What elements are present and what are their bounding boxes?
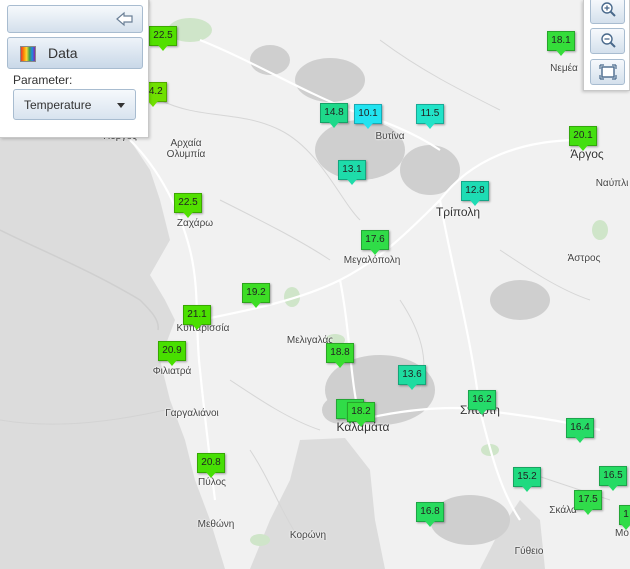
station-marker[interactable]: 16.5 [599, 466, 627, 491]
station-marker[interactable]: 1 [619, 505, 630, 530]
place-label: Ναύπλι [595, 178, 629, 189]
station-marker[interactable]: 18.8 [326, 343, 354, 368]
collapse-panel-button[interactable] [7, 5, 143, 33]
place-label: Μεγαλόπολη [343, 255, 401, 266]
parameter-label: Parameter: [13, 73, 73, 87]
data-button[interactable]: Data [7, 37, 143, 69]
place-label: Αρχαία [170, 138, 202, 149]
full-extent-button[interactable] [590, 59, 625, 85]
place-label: Μεθώνη [197, 519, 235, 530]
color-scale-icon [20, 46, 36, 62]
station-marker[interactable]: 11.5 [416, 104, 444, 129]
control-panel: Data Parameter: Temperature [0, 0, 149, 138]
station-marker[interactable]: 15.2 [513, 467, 541, 492]
station-marker[interactable]: 20.9 [158, 341, 186, 366]
zoom-in-button[interactable] [590, 0, 625, 24]
station-marker[interactable]: 16.8 [416, 502, 444, 527]
station-marker[interactable]: 18.1 [547, 31, 575, 56]
station-marker[interactable]: 20.8 [197, 453, 225, 478]
back-arrow-icon [116, 11, 133, 27]
place-label: Άστρος [567, 253, 601, 264]
station-marker[interactable]: 16.2 [468, 390, 496, 415]
zoom-out-icon [601, 33, 616, 48]
place-label: Φιλιατρά [152, 366, 192, 377]
station-marker[interactable]: 12.8 [461, 181, 489, 206]
place-label: Πύλος [198, 477, 226, 488]
station-marker[interactable]: 13.6 [398, 365, 426, 390]
parameter-select[interactable]: Temperature [13, 89, 136, 120]
place-label: Γαργαλιάνοι [165, 408, 219, 419]
place-label: Ολυμπία [166, 149, 206, 160]
station-marker[interactable]: 17.6 [361, 230, 389, 255]
place-label: Κορώνη [289, 530, 327, 541]
place-label: Ζαχάρω [176, 218, 214, 229]
zoom-controls [583, 0, 630, 91]
place-label: Τρίπολη [435, 205, 481, 219]
parameter-select-value: Temperature [24, 98, 92, 112]
zoom-out-button[interactable] [590, 28, 625, 54]
station-marker[interactable]: 22.5 [174, 193, 202, 218]
place-label: Σκάλα [549, 505, 577, 516]
station-marker[interactable]: 21.1 [183, 305, 211, 330]
station-marker[interactable]: 19.2 [242, 283, 270, 308]
place-label: Βυτίνα [375, 131, 405, 142]
place-label: Γύθειο [514, 546, 544, 557]
station-marker[interactable]: 14.8 [320, 103, 348, 128]
place-label: Νεμέα [550, 63, 578, 74]
full-extent-icon [599, 64, 617, 80]
data-button-label: Data [48, 45, 78, 61]
station-marker[interactable]: 13.1 [338, 160, 366, 185]
station-marker[interactable]: 20.1 [569, 126, 597, 151]
station-marker[interactable]: 16.4 [566, 418, 594, 443]
station-marker[interactable]: 22.5 [149, 26, 177, 51]
station-marker[interactable]: 17.5 [574, 490, 602, 515]
station-marker[interactable]: 10.1 [354, 104, 382, 129]
station-marker[interactable]: 18.2 [347, 402, 375, 427]
zoom-in-icon [601, 2, 616, 17]
chevron-down-icon [117, 103, 125, 108]
